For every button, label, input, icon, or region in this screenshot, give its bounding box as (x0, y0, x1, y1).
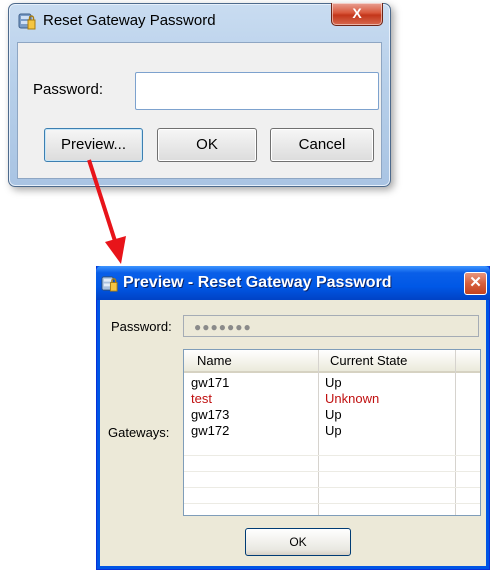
gateways-label: Gateways: (108, 425, 170, 440)
gateway-state: Up (325, 423, 342, 438)
preview-password-label: Password: (111, 319, 172, 334)
table-row[interactable]: gw172 Up (184, 423, 480, 439)
table-header: Name Current State (184, 350, 480, 373)
gateway-name: test (191, 391, 212, 406)
gateway-state: Unknown (325, 391, 380, 406)
empty-row-line (184, 455, 480, 456)
preview-dialog-body: Password: ●●●●●●● Gateways: Name Current… (101, 300, 485, 565)
column-header-name[interactable]: Name (197, 350, 232, 371)
gateway-name: gw171 (191, 375, 230, 390)
gateway-name: gw172 (191, 423, 230, 438)
masked-password-field: ●●●●●●● (183, 315, 479, 337)
preview-title-bar[interactable]: Preview - Reset Gateway Password ✕ (96, 266, 490, 300)
gateways-table[interactable]: Name Current State gw171 Up test Unknown… (183, 349, 481, 516)
preview-dialog: Preview - Reset Gateway Password ✕ Passw… (96, 266, 490, 570)
empty-row-line (184, 471, 480, 472)
table-row[interactable]: gw173 Up (184, 407, 480, 423)
gateway-state: Up (325, 407, 342, 422)
column-header-state[interactable]: Current State (330, 350, 407, 371)
empty-row-line (184, 503, 480, 504)
gateway-state: Up (325, 375, 342, 390)
gateway-app-icon (101, 276, 118, 292)
preview-ok-button[interactable]: OK (245, 528, 351, 556)
table-row[interactable]: gw171 Up (184, 375, 480, 391)
preview-close-button[interactable]: ✕ (464, 272, 487, 295)
preview-dialog-title: Preview - Reset Gateway Password (123, 274, 392, 291)
empty-row-line (184, 487, 480, 488)
table-row[interactable]: test Unknown (184, 391, 480, 407)
gateway-name: gw173 (191, 407, 230, 422)
